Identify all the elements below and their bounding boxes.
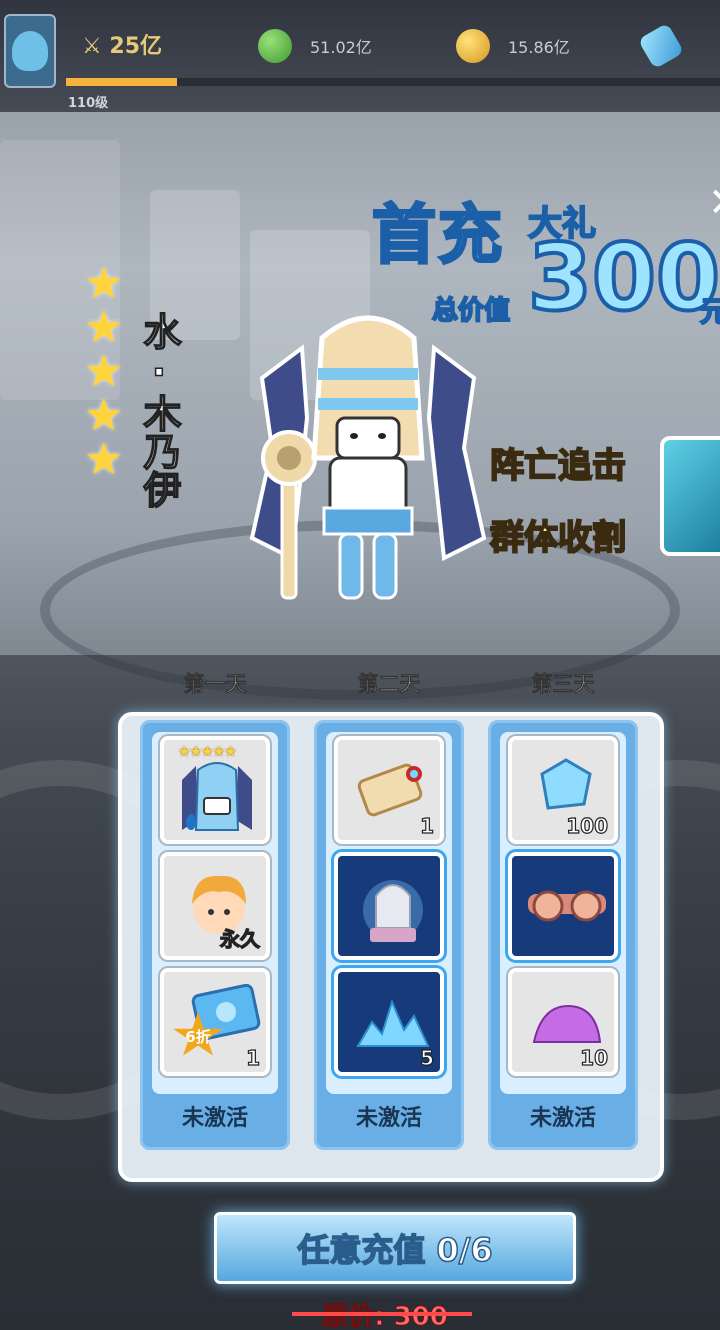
recharge-button[interactable]: 任意充值 0/6 <box>214 1212 576 1284</box>
green-resource-value: 51.02亿 <box>310 38 372 57</box>
close-icon[interactable]: ✕ <box>708 178 720 228</box>
star-icon: ★ <box>84 390 124 441</box>
mini-star-rating: ★★★★★ <box>178 744 237 760</box>
recharge-button-label: 任意充值 0/6 <box>297 1230 494 1270</box>
item-quantity: 1 <box>245 1045 260 1070</box>
reward-slot-goggles[interactable] <box>508 852 618 960</box>
reward-slot-statue[interactable] <box>334 852 444 960</box>
xp-bar-fill <box>66 78 178 86</box>
sword-icon: ⚔ <box>82 34 102 59</box>
star-icon: ★ <box>84 434 124 485</box>
reward-slot-gem[interactable]: 100 <box>508 736 618 844</box>
blue-gem-icon <box>540 758 592 810</box>
diamond-resource[interactable] <box>637 22 696 70</box>
day-1-status: 未激活 <box>181 1106 248 1131</box>
item-quantity: 1 <box>419 813 434 838</box>
day-2-status: 未激活 <box>355 1106 422 1131</box>
green-orb-icon <box>258 29 292 63</box>
gold-resource-value: 15.86亿 <box>508 38 570 57</box>
top-resource-bar: ⚔ 25亿 51.02亿 15.86亿 110级 <box>0 0 720 112</box>
gold-resource[interactable]: 15.86亿 <box>456 28 570 64</box>
day-2-label: 第二天 <box>357 672 421 697</box>
star-icon: ★ <box>84 302 124 353</box>
lion-statue-icon <box>363 880 423 942</box>
hero-name: 水·木乃伊 <box>136 311 182 509</box>
day-3-label: 第三天 <box>531 672 595 697</box>
item-quantity: 10 <box>580 1045 609 1070</box>
gold-coin-icon <box>456 29 490 63</box>
permanent-tag: 永久 <box>219 926 260 951</box>
item-quantity: 100 <box>566 813 609 838</box>
reward-slot-powder[interactable]: 10 <box>508 968 618 1076</box>
day-1-column: ★★★★★ 永久 6折 1 未激活 <box>140 720 290 1150</box>
combat-power: ⚔ 25亿 <box>82 28 162 60</box>
hero-mummy-figure <box>249 315 487 600</box>
banner-title: 首充 <box>371 198 504 275</box>
hero-mummy-icon <box>182 762 252 831</box>
item-quantity: 5 <box>419 1045 434 1070</box>
purple-powder-icon <box>532 1004 602 1043</box>
player-level: 110级 <box>68 96 109 111</box>
reward-slot-scroll[interactable]: 1 <box>334 736 444 844</box>
star-icon: ★ <box>84 346 124 397</box>
day-1-label: 第一天 <box>183 672 247 697</box>
day-2-column: 1 5 未激活 <box>314 720 464 1150</box>
reward-slot-crystal[interactable]: 5 <box>334 968 444 1076</box>
star-icon: ★ <box>84 258 124 309</box>
day-3-status: 未激活 <box>529 1106 596 1131</box>
banner-unit: 元 <box>699 294 720 329</box>
skill-tag-chase: 阵亡追击 <box>489 445 627 487</box>
goggles-icon <box>528 890 606 922</box>
price-strikethrough <box>292 1312 472 1316</box>
hero-star-rating: ★ ★ ★ ★ ★ <box>84 262 132 482</box>
green-resource[interactable]: 51.02亿 <box>258 28 372 64</box>
day-3-column: 100 10 未激活 <box>488 720 638 1150</box>
reward-slot-hero[interactable]: ★★★★★ <box>160 736 270 844</box>
skill-preview-icon[interactable] <box>660 436 720 556</box>
reward-slot-character[interactable]: 永久 <box>160 852 270 960</box>
player-avatar[interactable] <box>4 14 56 88</box>
combat-power-value: 25亿 <box>109 34 163 59</box>
xp-bar <box>66 78 720 86</box>
reward-slot-discount-card[interactable]: 6折 1 <box>160 968 270 1076</box>
avatar-icon <box>12 31 48 71</box>
banner-value: 300 <box>526 224 720 331</box>
diamond-icon <box>637 22 685 70</box>
skill-tag-harvest: 群体收割 <box>489 517 627 559</box>
